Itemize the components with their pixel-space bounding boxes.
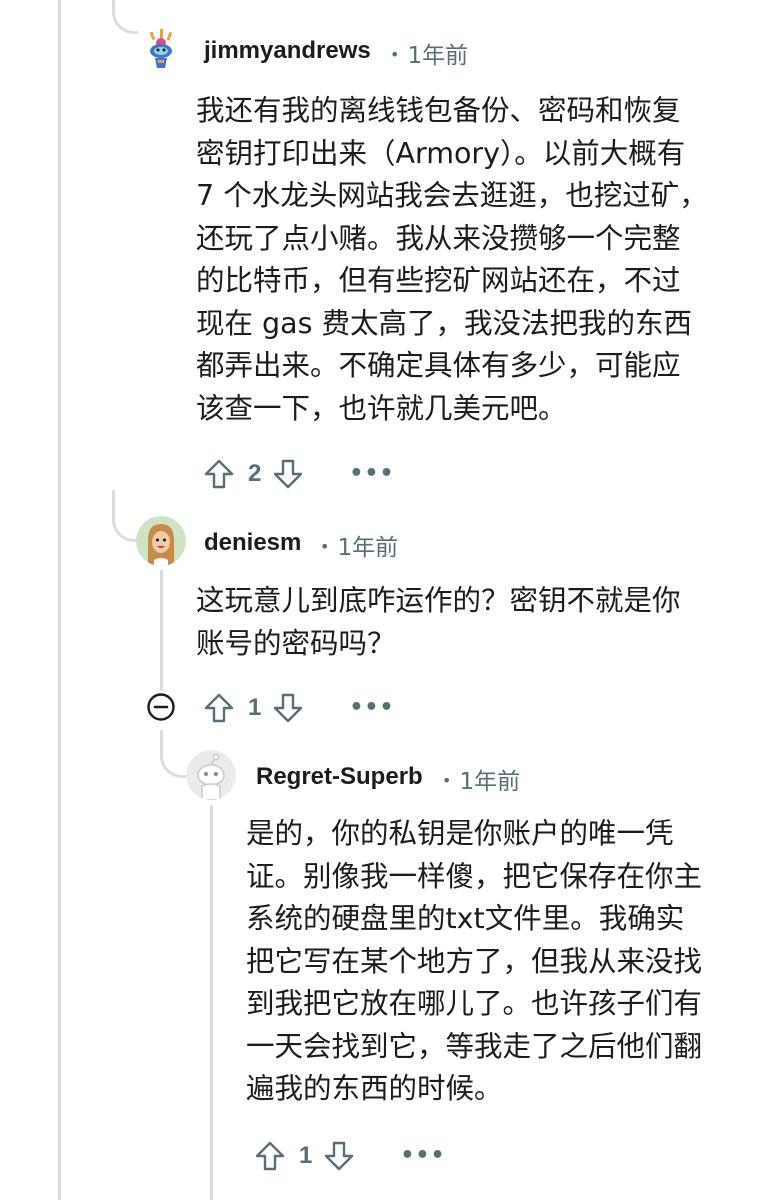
avatar[interactable] bbox=[186, 750, 236, 800]
comment-line: 把它写在某个地方了，但我从来没找 bbox=[246, 944, 703, 978]
vote-score: 1 bbox=[248, 694, 262, 721]
comment-line: 系统的硬盘里的txt文件里。我确实 bbox=[246, 902, 685, 935]
comment-line: 账号的密码吗？ bbox=[196, 626, 396, 660]
more-options-button[interactable]: ••• bbox=[400, 1145, 445, 1167]
comment-time: 1年前 bbox=[459, 769, 521, 795]
downvote-icon[interactable] bbox=[271, 691, 305, 725]
comment-body: 我还有我的离线钱包备份、密码和恢复 密钥打印出来（Armory）。以前大概有 7… bbox=[196, 90, 708, 430]
meta-separator: • bbox=[320, 537, 330, 556]
comment-line: 是的，你的私钥是你账户的唯一凭 bbox=[246, 817, 674, 850]
comment-line: 到我把它放在哪儿了。也许孩子们有 bbox=[246, 987, 703, 1020]
upvote-icon[interactable] bbox=[202, 457, 236, 491]
comment-actions: 1 ••• bbox=[202, 688, 395, 728]
comment-actions: 1 ••• bbox=[253, 1136, 446, 1176]
comment-body: 是的，你的私钥是你账户的唯一凭 证。别像我一样傻，把它保存在你主 系统的硬盘里的… bbox=[246, 813, 702, 1111]
meta-separator: • bbox=[442, 771, 452, 790]
comment-time: 1年前 bbox=[407, 43, 469, 69]
comment-timestamp: • 1年前 bbox=[442, 762, 520, 796]
comment-line: 的比特币，但有些挖矿网站还在，不过 bbox=[196, 264, 681, 297]
vote-score: 2 bbox=[248, 460, 262, 487]
comment-author[interactable]: jimmyandrews bbox=[204, 37, 371, 65]
comment-body: 这玩意儿到底咋运作的？密钥不就是你 账号的密码吗？ bbox=[196, 580, 681, 665]
comment-time: 1年前 bbox=[337, 535, 399, 561]
comment-author[interactable]: Regret-Superb bbox=[256, 763, 423, 791]
upvote-icon[interactable] bbox=[253, 1139, 287, 1173]
comment-line: 证。别像我一样傻，把它保存在你主 bbox=[246, 859, 703, 893]
upvote-icon[interactable] bbox=[202, 691, 236, 725]
meta-separator: • bbox=[390, 45, 400, 64]
avatar[interactable] bbox=[136, 24, 186, 74]
comment-line: 密钥打印出来（Armory）。以前大概有 bbox=[196, 136, 686, 170]
comment-line: 一天会找到它，等我走了之后他们翻 bbox=[246, 1029, 703, 1063]
avatar[interactable] bbox=[136, 516, 186, 566]
thread-line-outer bbox=[58, 0, 61, 1200]
downvote-icon[interactable] bbox=[271, 457, 305, 491]
vote-score: 1 bbox=[299, 1142, 313, 1169]
more-options-button[interactable]: ••• bbox=[349, 697, 394, 719]
thread-line-nested bbox=[210, 805, 213, 1200]
comment-line: 该查一下，也许就几美元吧。 bbox=[196, 391, 567, 425]
thread-connector bbox=[112, 490, 138, 542]
comment-line: 7 个水龙头网站我会去逛逛，也挖过矿， bbox=[196, 179, 708, 212]
comment-line: 现在 gas 费太高了，我没法把我的东西 bbox=[196, 306, 693, 340]
downvote-icon[interactable] bbox=[322, 1139, 356, 1173]
comment-timestamp: • 1年前 bbox=[390, 36, 468, 70]
collapse-thread-icon[interactable] bbox=[146, 692, 176, 722]
thread-connector bbox=[160, 730, 186, 778]
thread-connector bbox=[112, 0, 138, 34]
comment-line: 都弄出来。不确定具体有多少，可能应 bbox=[196, 349, 681, 382]
comment-line: 这玩意儿到底咋运作的？密钥不就是你 bbox=[196, 584, 681, 617]
more-options-button[interactable]: ••• bbox=[349, 463, 394, 485]
comment-actions: 2 ••• bbox=[202, 454, 395, 494]
comment-timestamp: • 1年前 bbox=[320, 528, 398, 562]
comment-line: 遍我的东西的时候。 bbox=[246, 1072, 503, 1105]
comment-author[interactable]: deniesm bbox=[204, 529, 301, 557]
thread-line-inner bbox=[160, 570, 163, 690]
comment-line: 我还有我的离线钱包备份、密码和恢复 bbox=[196, 94, 681, 127]
comment-line: 还玩了点小赌。我从来没攒够一个完整 bbox=[196, 221, 681, 255]
